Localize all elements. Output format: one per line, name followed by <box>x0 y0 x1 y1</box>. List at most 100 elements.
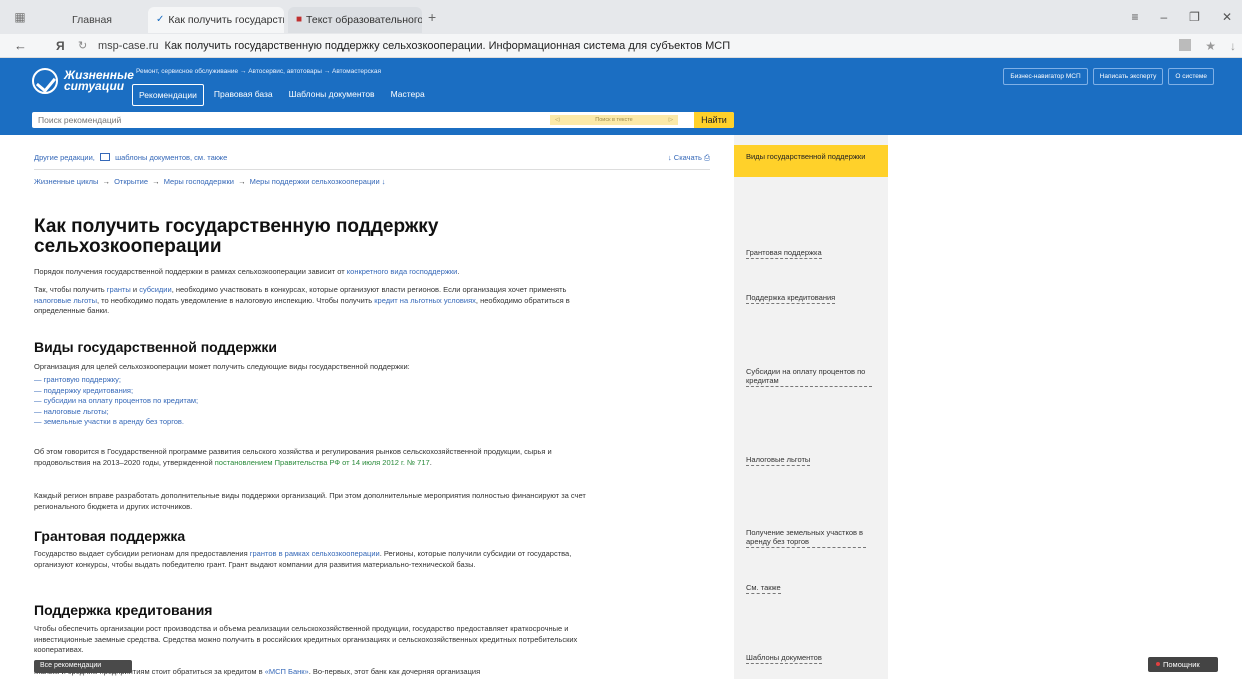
text: . Во-первых, этот банк как дочерняя орга… <box>308 667 481 676</box>
intro-paragraph: Порядок получения государственной поддер… <box>34 267 594 278</box>
download-icon[interactable]: ↓ <box>1230 39 1236 53</box>
msp-bank-link[interactable]: «МСП Банк» <box>265 667 309 676</box>
text: Государство выдает субсидии регионам для… <box>34 549 250 558</box>
search-mode[interactable]: ◁ Поиск в тексте ▷ <box>550 115 678 125</box>
sidebar-item[interactable]: Налоговые льготы <box>746 455 811 466</box>
grid-icon[interactable]: ▦ <box>8 7 32 27</box>
list-item[interactable]: — грантовую поддержку; <box>34 375 198 386</box>
search-bar: ◁ Поиск в тексте ▷ Найти <box>32 112 734 128</box>
status-dot-icon <box>1156 662 1160 666</box>
download-link[interactable]: ↓ Скачать ⎙ <box>668 153 710 163</box>
breadcrumb-item[interactable]: Меры поддержки сельхозкооперации ↓ <box>250 177 386 186</box>
print-icon[interactable]: ⎙ <box>704 153 710 162</box>
tab-active[interactable]: ✓ Как получить государств ✕ <box>148 7 284 33</box>
about-system-button[interactable]: О системе <box>1168 68 1214 85</box>
search-input[interactable] <box>32 115 542 125</box>
types-list: — грантовую поддержку; — поддержку креди… <box>34 375 198 428</box>
sidebar-item[interactable]: См. также <box>746 583 781 594</box>
tax-benefits-link[interactable]: налоговые льготы <box>34 296 97 305</box>
list-item[interactable]: — субсидии на оплату процентов по кредит… <box>34 396 198 407</box>
write-expert-button[interactable]: Написать эксперту <box>1092 68 1164 85</box>
resolution-link[interactable]: постановлением Правительства РФ от 14 ию… <box>215 458 430 467</box>
grants-link[interactable]: гранты <box>107 285 131 294</box>
grants-coop-link[interactable]: грантов в рамках сельхозкооперации <box>250 549 380 558</box>
logo-text: Жизненные ситуации <box>64 69 134 92</box>
url-title[interactable]: Как получить государственную поддержку с… <box>165 40 731 52</box>
back-arrow-icon[interactable]: ← <box>14 38 38 53</box>
restore-icon[interactable]: ❐ <box>1189 10 1200 24</box>
other-editions-link[interactable]: Другие редакции, <box>34 153 95 162</box>
text: . <box>429 457 432 467</box>
support-type-link[interactable]: конкретного вида господдержки <box>347 267 458 276</box>
tab-home[interactable]: Главная <box>32 7 132 33</box>
template-icon <box>99 153 110 161</box>
nav-templates[interactable]: Шаблоны документов <box>283 84 381 106</box>
sidebar-item-active[interactable]: Виды государственной поддержки <box>734 145 888 177</box>
sidebar-toc: Виды государственной поддержки Грантовая… <box>734 135 888 679</box>
paragraph: Организация для целей сельхозкооперации … <box>34 362 410 371</box>
list-item[interactable]: — земельные участки в аренду без торгов. <box>34 417 198 428</box>
search-mode-label: Поиск в тексте <box>595 117 633 123</box>
text: , необходимо участвовать в конкурсах, ко… <box>171 285 567 294</box>
divider <box>34 169 710 170</box>
window-controls: ≡ – ❐ ✕ <box>1131 10 1242 24</box>
extension-icon[interactable] <box>1179 38 1192 51</box>
text: , то необходимо подать уведомление в нал… <box>97 295 375 305</box>
helper-button[interactable]: Помощник <box>1148 657 1218 672</box>
business-navigator-button[interactable]: Бизнес-навигатор МСП <box>1003 68 1088 85</box>
section-heading: Поддержка кредитования <box>34 602 213 618</box>
all-recommendations-button[interactable]: Все рекомендации <box>34 660 132 673</box>
reload-icon[interactable]: ↻ <box>78 39 98 52</box>
check-logo-icon <box>32 68 58 94</box>
section-heading: Грантовая поддержка <box>34 528 186 544</box>
paragraph: Каждый регион вправе разработать дополни… <box>34 491 586 511</box>
yandex-icon[interactable]: Я <box>56 39 78 53</box>
section-heading: Виды государственной поддержки <box>34 339 278 355</box>
site-header: Жизненные ситуации Ремонт, сервисное обс… <box>0 58 1242 135</box>
paragraph: Об этом говорится в Государственной прог… <box>34 447 594 468</box>
text: Так, чтобы получить <box>34 285 107 294</box>
sidebar-item[interactable]: Субсидии на оплату процентов по кредитам <box>746 367 872 387</box>
breadcrumb-item[interactable]: Открытие <box>114 177 148 186</box>
tab-other[interactable]: ■ Текст образовательного ма ✕ <box>288 7 422 33</box>
nav-legal-base[interactable]: Правовая база <box>208 84 279 106</box>
paragraph: Чтобы обеспечить организации рост произв… <box>34 624 578 654</box>
list-item[interactable]: — поддержку кредитования; <box>34 386 198 397</box>
list-item[interactable]: — налоговые льготы; <box>34 407 198 418</box>
prev-icon[interactable]: ◁ <box>555 117 559 123</box>
nav-wizards[interactable]: Мастера <box>385 84 431 106</box>
tool-row: Другие редакции, шаблоны документов, см.… <box>34 153 710 162</box>
helper-label: Помощник <box>1163 660 1200 669</box>
star-icon[interactable]: ★ <box>1205 39 1216 53</box>
text: . <box>457 267 460 276</box>
header-breadcrumb[interactable]: Ремонт, сервисное обслуживание → Автосер… <box>136 68 381 75</box>
find-button[interactable]: Найти <box>694 112 734 128</box>
main-nav: Рекомендации Правовая база Шаблоны докум… <box>132 84 431 106</box>
sidebar-item[interactable]: Грантовая поддержка <box>746 248 822 259</box>
breadcrumb-item[interactable]: Жизненные циклы <box>34 177 98 186</box>
credit-link[interactable]: кредит на льготных условиях <box>374 296 476 305</box>
text: и <box>130 285 140 294</box>
address-bar: ← Я ↻ msp-case.ru Как получить государст… <box>0 34 1242 58</box>
logo[interactable]: Жизненные ситуации <box>32 68 134 94</box>
minimize-icon[interactable]: – <box>1160 10 1167 24</box>
sidebar-item[interactable]: Получение земельных участков в аренду бе… <box>746 528 866 548</box>
check-icon: ✓ <box>156 14 165 25</box>
paragraph: Государство выдает субсидии регионам для… <box>34 549 594 570</box>
menu-icon[interactable]: ≡ <box>1131 10 1138 24</box>
templates-link[interactable]: шаблоны документов, см. также <box>115 153 227 162</box>
subsidies-link[interactable]: субсидии <box>139 285 172 294</box>
document-icon: ■ <box>296 14 303 25</box>
text: Порядок получения государственной поддер… <box>34 267 347 276</box>
close-window-icon[interactable]: ✕ <box>1222 10 1232 24</box>
paragraph: Так, чтобы получить гранты и субсидии, н… <box>34 285 594 317</box>
url-domain[interactable]: msp-case.ru <box>98 40 159 52</box>
new-tab-icon[interactable]: + <box>428 9 436 25</box>
sidebar-item[interactable]: Поддержка кредитования <box>746 293 836 304</box>
breadcrumb: Жизненные циклы → Открытие → Меры господ… <box>34 177 386 186</box>
tab-label: Текст образовательного ма <box>306 14 422 26</box>
breadcrumb-item[interactable]: Меры господдержки <box>164 177 234 186</box>
next-icon[interactable]: ▷ <box>669 117 673 123</box>
nav-recommendations[interactable]: Рекомендации <box>132 84 204 106</box>
sidebar-item[interactable]: Шаблоны документов <box>746 653 822 664</box>
